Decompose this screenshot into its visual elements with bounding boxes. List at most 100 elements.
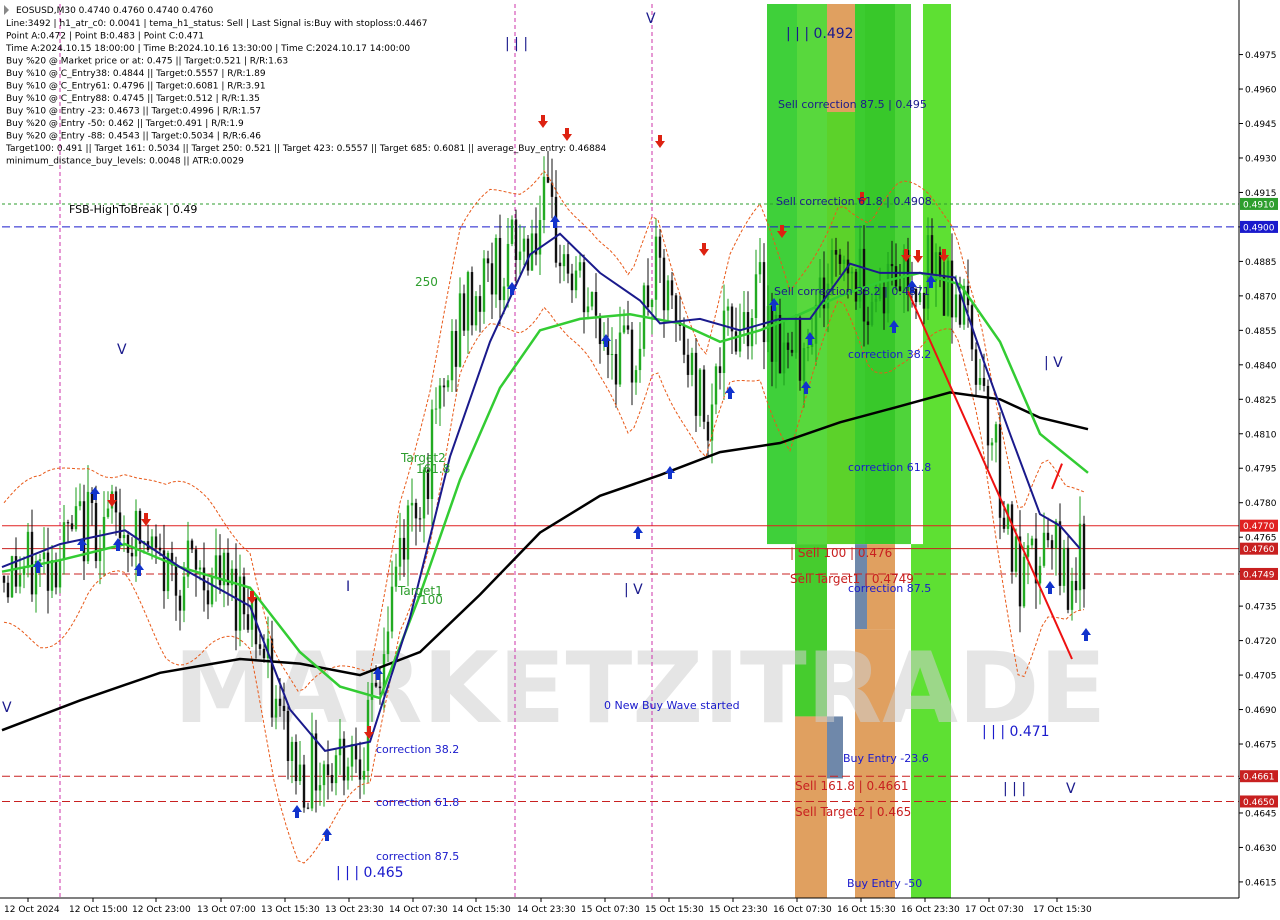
candle-body xyxy=(262,648,266,659)
annotation-label: Sell correction 38.2 | 0.4871 xyxy=(774,285,930,298)
ohlc-header: EOSUSD,M30 0.4740 0.4760 0.4740 0.4760 xyxy=(16,6,213,16)
x-tick-label: 13 Oct 15:30 xyxy=(261,905,320,915)
candle-body xyxy=(670,280,674,296)
candle-body xyxy=(346,766,350,781)
candle-body xyxy=(442,385,446,388)
candle-body xyxy=(1058,521,1062,586)
level-price-label: 0.4900 xyxy=(1243,223,1275,233)
candle-body xyxy=(850,271,854,274)
candle-body xyxy=(26,531,30,568)
candle-body xyxy=(806,346,810,349)
candle-body xyxy=(998,424,1002,518)
candle-body xyxy=(978,377,982,385)
candle-body xyxy=(650,299,654,308)
candle-body xyxy=(958,294,962,325)
candle-body xyxy=(86,491,90,562)
candle-body xyxy=(630,329,634,383)
candle-body xyxy=(734,331,738,352)
band-green xyxy=(797,4,827,545)
x-tick-label: 14 Oct 15:30 xyxy=(452,905,511,915)
candle-body xyxy=(566,254,570,274)
candle-body xyxy=(714,366,718,405)
candle-body xyxy=(418,518,422,520)
candle-body xyxy=(318,785,322,791)
watermark: MARKETZITRADE xyxy=(174,632,1107,746)
y-tick-label: 0.4915 xyxy=(1245,189,1277,199)
level-price-label: 0.4760 xyxy=(1243,545,1275,555)
candle-body xyxy=(510,219,514,244)
candle-body xyxy=(766,306,770,343)
candle-body xyxy=(434,408,438,410)
candle-body xyxy=(1038,565,1042,584)
candle-body xyxy=(42,552,46,560)
candle-body xyxy=(1010,504,1014,572)
y-tick-label: 0.4765 xyxy=(1245,534,1277,544)
candle-body xyxy=(18,574,22,587)
candle-body xyxy=(1050,540,1054,549)
candle-body xyxy=(738,329,742,352)
annotation-label: correction 38.2 xyxy=(376,743,459,756)
y-tick-label: 0.4720 xyxy=(1245,637,1277,647)
candle-body xyxy=(270,638,274,718)
candle-body xyxy=(702,369,706,422)
candle-body xyxy=(782,342,786,374)
info-line: Buy %10 @ C_Entry61: 0.4796 || Target:0.… xyxy=(6,82,266,92)
candle-body xyxy=(634,370,638,383)
candle-body xyxy=(1002,517,1006,529)
info-line: Target100: 0.491 || Target 161: 0.5034 |… xyxy=(5,144,607,154)
candle-body xyxy=(770,306,774,362)
candle-body xyxy=(422,469,426,519)
candle-body xyxy=(1074,580,1078,591)
candle-body xyxy=(406,505,410,560)
candle-body xyxy=(334,755,338,784)
candle-body xyxy=(386,631,390,655)
candle-body xyxy=(330,774,334,784)
annotation-label: correction 38.2 xyxy=(848,348,931,361)
x-tick-label: 15 Oct 23:30 xyxy=(709,905,768,915)
candle-body xyxy=(666,280,670,311)
candle-body xyxy=(290,741,294,761)
y-tick-label: 0.4615 xyxy=(1245,878,1277,888)
wave-label: V xyxy=(646,11,656,27)
wave-label: V xyxy=(1066,781,1076,797)
x-tick-label: 16 Oct 23:30 xyxy=(901,905,960,915)
candle-body xyxy=(794,317,798,353)
candle-body xyxy=(662,257,666,311)
y-tick-label: 0.4825 xyxy=(1245,396,1277,406)
candle-body xyxy=(554,196,558,263)
candle-body xyxy=(558,262,562,267)
x-tick-label: 13 Oct 07:00 xyxy=(197,905,256,915)
annotation-label: 100 xyxy=(420,593,443,607)
candle-body xyxy=(774,314,778,362)
candle-body xyxy=(1082,523,1086,590)
candle-body xyxy=(458,293,462,367)
wave-label: | | | xyxy=(1003,781,1026,797)
candle-body xyxy=(190,540,194,550)
candle-body xyxy=(294,741,298,782)
candle-body xyxy=(798,317,802,381)
candle-body xyxy=(454,331,458,367)
candle-body xyxy=(286,711,290,761)
annotation-label: | | | 0.492 xyxy=(786,26,854,42)
candle-body xyxy=(506,243,510,287)
candle-body xyxy=(274,698,278,718)
info-line: Buy %10 @ C_Entry38: 0.4844 || Target:0.… xyxy=(6,69,266,79)
y-tick-label: 0.4885 xyxy=(1245,258,1277,268)
y-tick-label: 0.4930 xyxy=(1245,154,1277,164)
candle-body xyxy=(182,576,186,611)
annotation-label: FSB-HighToBreak | 0.49 xyxy=(69,203,197,216)
annotation-label: Sell correction 87.5 | 0.495 xyxy=(778,98,927,111)
candle-body xyxy=(410,502,414,506)
candle-body xyxy=(194,549,198,570)
x-tick-label: 14 Oct 23:30 xyxy=(517,905,576,915)
y-tick-label: 0.4960 xyxy=(1245,86,1277,96)
candle-body xyxy=(594,291,598,316)
candle-body xyxy=(614,353,618,385)
candle-body xyxy=(450,331,454,381)
candle-body xyxy=(486,258,490,264)
wave-label: | V xyxy=(624,582,643,598)
candle-body xyxy=(402,537,406,560)
candle-body xyxy=(278,698,282,706)
watermark-text: MARKETZITRADE xyxy=(174,632,1107,746)
annotation-label: Buy Entry -50 xyxy=(847,877,922,890)
